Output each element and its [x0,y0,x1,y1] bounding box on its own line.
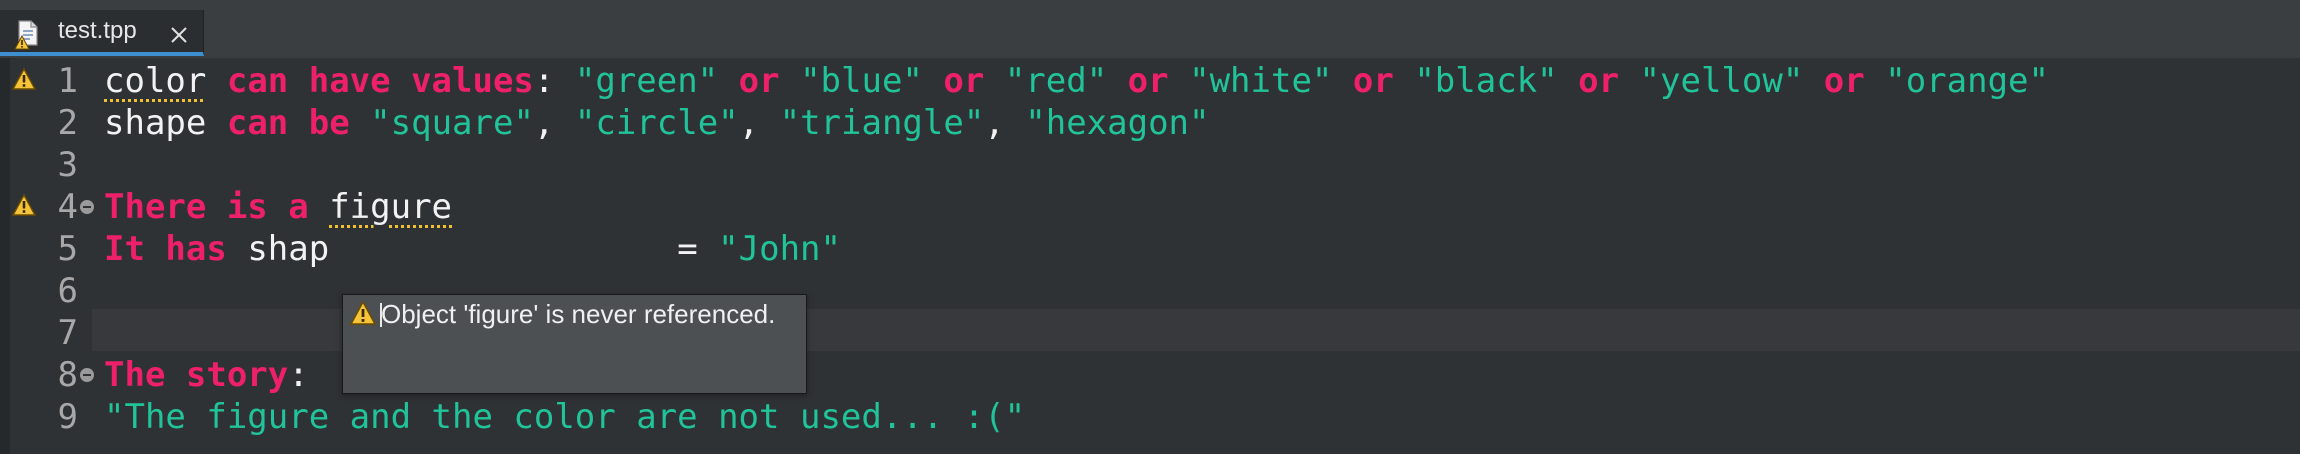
line-number: 2 [57,103,78,143]
line-number: 1 [57,61,78,101]
string-token: "triangle" [779,103,985,143]
keyword-token: or [943,61,985,101]
tooltip-message: Object 'figure' is never referenced. [381,299,776,329]
tab-test-tpp[interactable]: test.tpp [0,10,204,56]
text-token: : [288,355,309,395]
string-token: "black" [1414,61,1558,101]
code-text[interactable]: There is a figure [104,186,452,228]
code-editor[interactable]: 1 color can have values: "green" or "blue… [0,58,2300,454]
text-token: shape [104,103,207,143]
code-line[interactable]: 3 [0,144,2300,186]
keyword-token: can be [226,103,350,143]
line-number: 8 [57,355,78,395]
keyword-token: There is a [104,187,309,227]
keyword-token: can have values [226,61,534,101]
string-token: "circle" [574,103,739,143]
string-token: "square" [370,103,534,143]
text-token: shap [247,229,330,269]
text-token: , [533,103,575,143]
text-token: = [677,229,719,269]
keyword-token: The story [104,355,289,395]
string-token: "The figure and the color are not used..… [104,397,1026,437]
string-token: "yellow" [1639,61,1804,101]
keyword-token: or [1127,61,1169,101]
tab-label: test.tpp [58,17,137,44]
code-line[interactable]: 1 color can have values: "green" or "blue… [0,60,2300,102]
text-token: color [104,61,207,101]
string-token: "hexagon" [1025,103,1210,143]
line-number: 3 [57,145,78,185]
code-line[interactable]: 4 There is a figure [0,186,2300,228]
line-number: 4 [57,187,78,227]
code-line[interactable]: 2 shape can be "square", "circle", "trian… [0,102,2300,144]
keyword-token: or [1823,61,1865,101]
warning-overlay-icon [14,35,30,50]
line-number: 7 [57,313,78,353]
string-token: "orange" [1885,61,2049,101]
line-number: 9 [57,397,78,437]
code-text[interactable]: The story: [104,354,309,396]
text-token: , [738,103,780,143]
code-text[interactable]: color can have values: "green" or "blue"… [104,60,2049,102]
code-text[interactable]: It has shap = "John" [104,228,841,270]
text-token: figure [329,187,453,227]
fold-toggle-icon[interactable] [80,200,94,214]
keyword-token: or [1578,61,1620,101]
line-number: 6 [57,271,78,311]
code-line[interactable]: 5 It has shap = "John" [0,228,2300,270]
keyword-token: It has [104,229,227,269]
editor-tab-bar: test.tpp [0,0,2300,59]
text-token: : [533,61,575,101]
code-line[interactable]: 9 "The figure and the color are not used.… [0,396,2300,438]
warning-icon [349,300,377,325]
line-number: 5 [57,229,78,269]
code-text[interactable]: shape can be "square", "circle", "triang… [104,102,1209,144]
keyword-token: or [1352,61,1394,101]
code-text[interactable]: "The figure and the color are not used..… [104,396,1025,438]
fold-toggle-icon[interactable] [80,368,94,382]
keyword-token: or [738,61,780,101]
text-token: , [984,103,1026,143]
string-token: "red" [1004,61,1108,101]
string-token: "green" [574,61,719,101]
close-icon[interactable] [170,26,188,44]
string-token: "John" [718,229,841,269]
string-token: "blue" [800,61,923,101]
warning-tooltip: Object 'figure' is never referenced. [342,294,807,394]
string-token: "white" [1189,61,1333,101]
